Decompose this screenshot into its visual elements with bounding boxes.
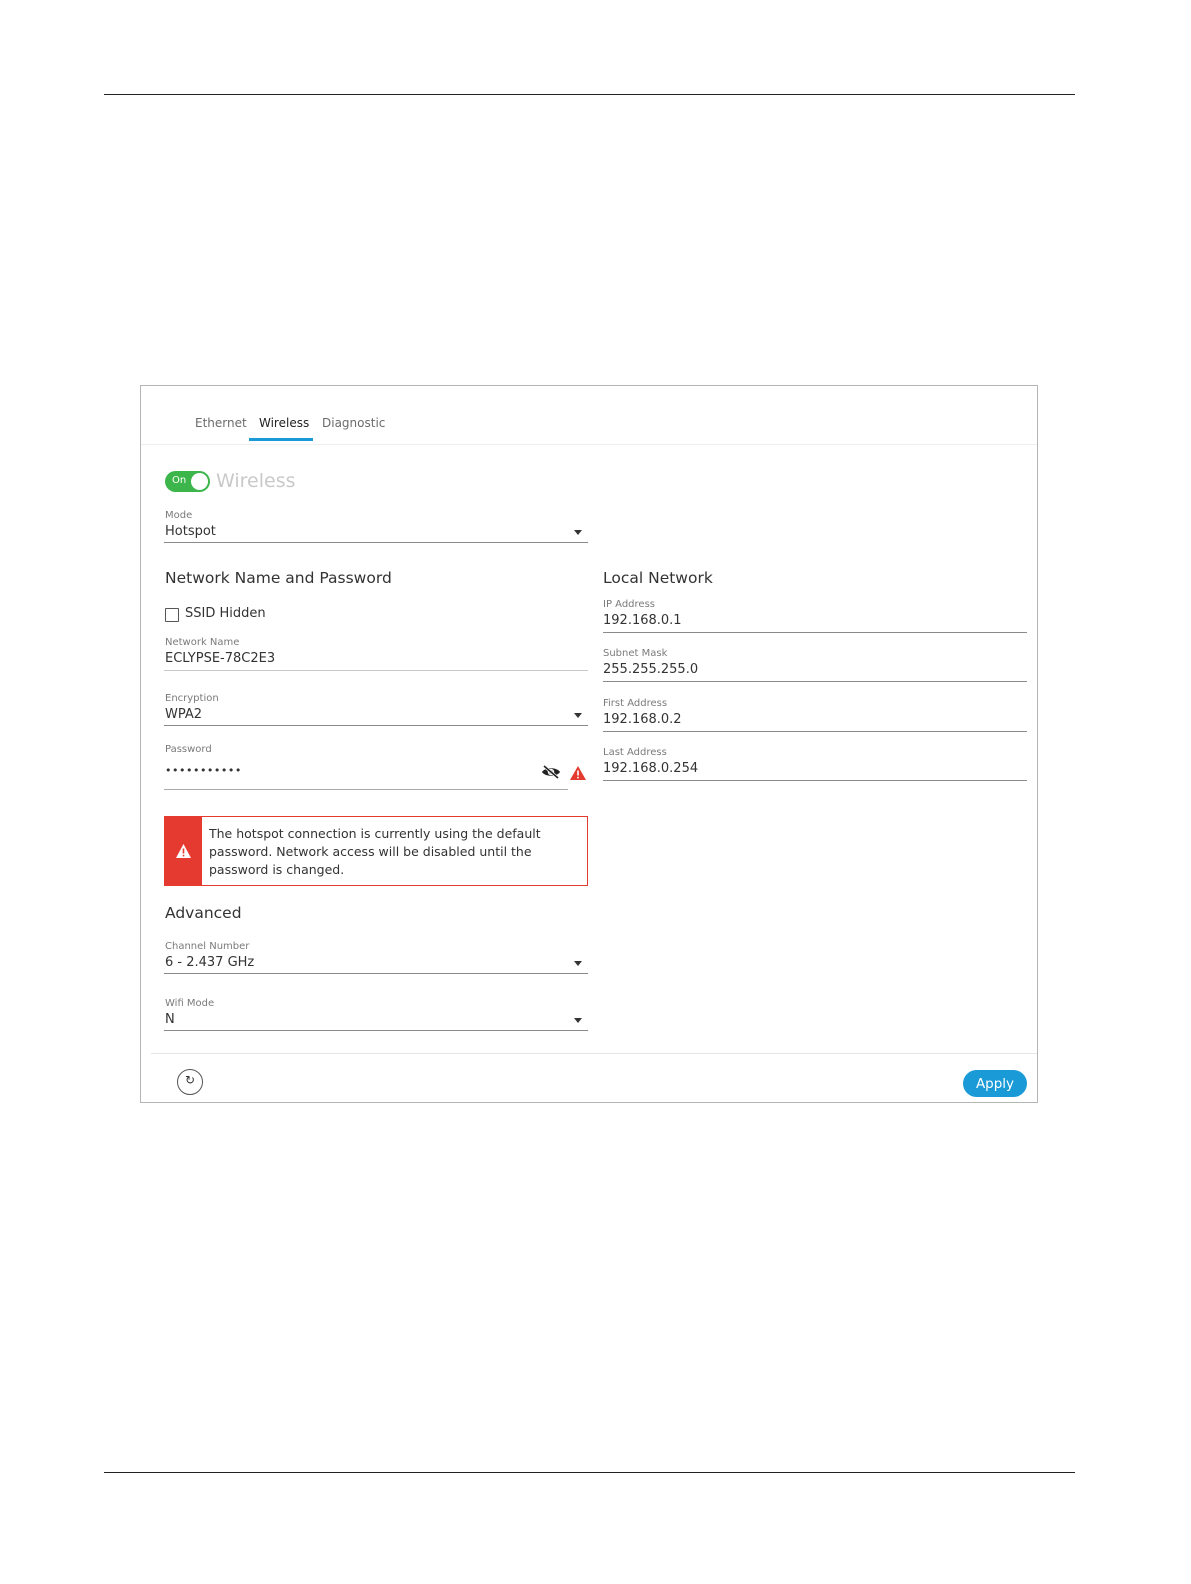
subnet-mask-label: Subnet Mask (603, 648, 668, 659)
chevron-down-icon (574, 713, 582, 718)
wifi-mode-underline (164, 1030, 588, 1031)
local-network-title: Local Network (603, 569, 713, 587)
default-password-alert: The hotspot connection is currently usin… (164, 816, 588, 886)
refresh-button[interactable]: ↻ (177, 1069, 203, 1095)
chevron-down-icon (574, 530, 582, 535)
encryption-underline (164, 725, 588, 726)
channel-number-label: Channel Number (165, 941, 250, 952)
refresh-icon: ↻ (184, 1073, 196, 1087)
wifi-mode-select[interactable]: N (164, 1010, 588, 1030)
encryption-select[interactable]: WPA2 (164, 705, 588, 725)
last-address-label: Last Address (603, 747, 667, 758)
tab-diagnostic[interactable]: Diagnostic (322, 416, 385, 430)
page-footer-rule (104, 1472, 1075, 1473)
mode-underline (164, 542, 588, 543)
ssid-hidden-label[interactable]: SSID Hidden (185, 606, 266, 621)
alert-message: The hotspot connection is currently usin… (209, 826, 541, 877)
channel-number-underline (164, 973, 588, 974)
subnet-mask-underline (603, 681, 1027, 682)
mode-label: Mode (165, 510, 193, 521)
last-address-input[interactable]: 192.168.0.254 (603, 761, 698, 776)
wifi-mode-label: Wifi Mode (165, 998, 215, 1009)
last-address-underline (603, 780, 1027, 781)
active-tab-indicator (249, 438, 313, 441)
tab-wireless[interactable]: Wireless (259, 416, 309, 430)
network-settings-panel: Ethernet Wireless Diagnostic On Wireless… (140, 385, 1038, 1103)
first-address-label: First Address (603, 698, 668, 709)
eye-off-icon[interactable] (541, 764, 561, 780)
first-address-underline (603, 731, 1027, 732)
warning-icon (570, 766, 586, 780)
ip-address-underline (603, 632, 1027, 633)
channel-number-value: 6 - 2.437 GHz (165, 955, 255, 970)
mode-select[interactable]: Hotspot (164, 522, 588, 542)
subnet-mask-input[interactable]: 255.255.255.0 (603, 662, 698, 677)
encryption-value: WPA2 (165, 707, 203, 722)
ip-address-label: IP Address (603, 599, 655, 610)
chevron-down-icon (574, 1018, 582, 1023)
network-section-title: Network Name and Password (165, 569, 392, 587)
alert-bar (165, 817, 202, 885)
wifi-mode-value: N (165, 1012, 175, 1027)
password-input[interactable]: ••••••••••• (165, 764, 242, 777)
footer-divider (151, 1053, 1037, 1054)
channel-number-select[interactable]: 6 - 2.437 GHz (164, 953, 588, 973)
network-name-underline (164, 670, 588, 671)
password-label: Password (165, 744, 212, 755)
tab-bar: Ethernet Wireless Diagnostic (141, 386, 1037, 445)
warning-icon (176, 844, 191, 858)
toggle-state-label: On (172, 475, 187, 486)
wireless-toggle[interactable]: On (165, 471, 210, 492)
wireless-title: Wireless (216, 470, 296, 492)
password-underline (164, 789, 568, 790)
ip-address-input[interactable]: 192.168.0.1 (603, 613, 682, 628)
ssid-hidden-checkbox[interactable] (165, 608, 179, 622)
network-name-input[interactable]: ECLYPSE-78C2E3 (165, 651, 275, 666)
network-name-label: Network Name (165, 637, 240, 648)
first-address-input[interactable]: 192.168.0.2 (603, 712, 682, 727)
apply-button[interactable]: Apply (963, 1070, 1027, 1097)
page-header-rule (104, 94, 1075, 95)
mode-value: Hotspot (165, 524, 216, 539)
advanced-section-title: Advanced (165, 904, 242, 922)
toggle-knob (191, 473, 208, 490)
tab-ethernet[interactable]: Ethernet (195, 416, 247, 430)
chevron-down-icon (574, 961, 582, 966)
encryption-label: Encryption (165, 693, 219, 704)
